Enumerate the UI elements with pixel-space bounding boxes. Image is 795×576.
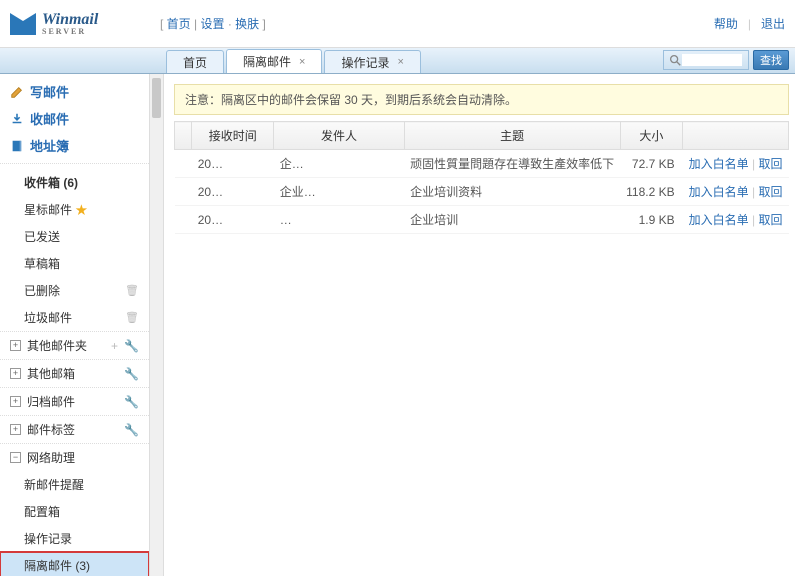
header: Winmail SERVER [ 首页 | 设置 · 换肤 ] 帮助 | 退出 (0, 0, 795, 48)
col-subject[interactable]: 主题 (404, 122, 620, 150)
sidebar-item-config[interactable]: 配置箱 (0, 498, 149, 525)
book-icon (10, 139, 24, 153)
close-icon[interactable]: × (299, 56, 305, 68)
cell-subject: 顽固性質量問題存在導致生產效率低下 (404, 150, 620, 178)
star-icon: ★ (75, 203, 87, 217)
sidebar-group-other-mailboxes[interactable]: + 其他邮箱 🔧 (0, 359, 149, 387)
breadcrumb: [ 首页 | 设置 · 换肤 ] (160, 15, 714, 32)
sidebar-item-deleted[interactable]: 已删除 🗑 (0, 277, 149, 304)
sidebar-item-junk[interactable]: 垃圾邮件 🗑 (0, 304, 149, 331)
sidebar-item-starred[interactable]: 星标邮件 ★ (0, 196, 149, 223)
table-row[interactable]: 20…企…顽固性質量問題存在導致生產效率低下72.7 KB加入白名单 | 取回 (175, 150, 789, 178)
search-icon (668, 53, 682, 67)
breadcrumb-settings[interactable]: 设置 (200, 17, 224, 31)
logout-link[interactable]: 退出 (761, 15, 785, 32)
tabbar: 首页 隔离邮件 × 操作记录 × 查找 (0, 48, 795, 74)
cell-sender: … (274, 206, 404, 234)
checkbox-header[interactable] (175, 122, 192, 150)
plus-icon[interactable]: + (10, 340, 21, 351)
table-header-row: 接收时间 发件人 主题 大小 (175, 122, 789, 150)
retrieve-link[interactable]: 取回 (758, 213, 782, 227)
retrieve-link[interactable]: 取回 (758, 185, 782, 199)
plus-icon[interactable]: + (10, 424, 21, 435)
col-sender[interactable]: 发件人 (274, 122, 404, 150)
sidebar-group-assistant[interactable]: − 网络助理 (0, 443, 149, 471)
receive-link[interactable]: 收邮件 (0, 105, 149, 132)
table-row[interactable]: 20……企业培训1.9 KB加入白名单 | 取回 (175, 206, 789, 234)
sidebar-item-inbox[interactable]: 收件箱 (6) (0, 169, 149, 196)
help-link[interactable]: 帮助 (714, 15, 738, 32)
retrieve-link[interactable]: 取回 (758, 157, 782, 171)
cell-time: 20… (192, 178, 274, 206)
trash-icon[interactable]: 🗑 (125, 311, 139, 324)
top-right: 帮助 | 退出 (714, 15, 785, 32)
breadcrumb-home[interactable]: 首页 (167, 17, 191, 31)
content: 注意：隔离区中的邮件会保留 30 天，到期后系统会自动清除。 接收时间 发件人 … (164, 74, 795, 576)
search-area: 查找 (663, 50, 789, 70)
cell-time: 20… (192, 206, 274, 234)
tab-oplog[interactable]: 操作记录 × (324, 50, 420, 73)
wrench-icon[interactable]: 🔧 (124, 367, 139, 381)
trash-icon[interactable]: 🗑 (125, 284, 139, 297)
tab-home[interactable]: 首页 (166, 50, 224, 73)
logo-icon (10, 13, 36, 35)
cell-subject: 企业培训资料 (404, 178, 620, 206)
contacts-link[interactable]: 地址簿 (0, 132, 149, 159)
col-time[interactable]: 接收时间 (192, 122, 274, 150)
tab-quarantine[interactable]: 隔离邮件 × (226, 49, 322, 73)
cell-actions: 加入白名单 | 取回 (683, 178, 789, 206)
wrench-icon[interactable]: 🔧 (124, 395, 139, 409)
sidebar-item-new-mail-alert[interactable]: 新邮件提醒 (0, 471, 149, 498)
sidebar-item-drafts[interactable]: 草稿箱 (0, 250, 149, 277)
breadcrumb-switch-skin[interactable]: 换肤 (235, 17, 259, 31)
cell-size: 72.7 KB (620, 150, 682, 178)
plus-icon[interactable]: + (10, 396, 21, 407)
compose-link[interactable]: 写邮件 (0, 78, 149, 105)
cell-sender: 企业… (274, 178, 404, 206)
scrollbar[interactable] (150, 74, 164, 576)
whitelist-link[interactable]: 加入白名单 (689, 185, 749, 199)
quarantine-table: 接收时间 发件人 主题 大小 20…企…顽固性質量問題存在導致生產效率低下72.… (174, 121, 789, 234)
sidebar-item-oplog[interactable]: 操作记录 (0, 525, 149, 552)
download-icon (10, 112, 24, 126)
search-input[interactable] (682, 54, 742, 66)
main: 写邮件 收邮件 地址簿 收件箱 (6) 星标邮件 ★ 已发送 草稿箱 已删除 🗑… (0, 74, 795, 576)
col-size[interactable]: 大小 (620, 122, 682, 150)
minus-icon[interactable]: − (10, 452, 21, 463)
search-box (663, 50, 749, 70)
sidebar-item-sent[interactable]: 已发送 (0, 223, 149, 250)
cell-size: 118.2 KB (620, 178, 682, 206)
logo-text: Winmail SERVER (42, 11, 98, 36)
plus-icon[interactable]: + (10, 368, 21, 379)
whitelist-link[interactable]: 加入白名单 (689, 213, 749, 227)
whitelist-link[interactable]: 加入白名单 (689, 157, 749, 171)
sidebar-group-tags[interactable]: + 邮件标签 🔧 (0, 415, 149, 443)
logo: Winmail SERVER (10, 11, 160, 36)
cell-actions: 加入白名单 | 取回 (683, 150, 789, 178)
table-row[interactable]: 20…企业…企业培训资料118.2 KB加入白名单 | 取回 (175, 178, 789, 206)
close-icon[interactable]: × (397, 56, 403, 68)
pencil-icon (10, 85, 24, 99)
cell-actions: 加入白名单 | 取回 (683, 206, 789, 234)
sidebar-item-quarantine[interactable]: 隔离邮件 (3) (0, 552, 149, 576)
cell-subject: 企业培训 (404, 206, 620, 234)
search-button[interactable]: 查找 (753, 50, 789, 70)
cell-size: 1.9 KB (620, 206, 682, 234)
wrench-icon[interactable]: 🔧 (124, 423, 139, 437)
plus-small-icon[interactable]: + (111, 339, 118, 353)
wrench-icon[interactable]: 🔧 (124, 339, 139, 353)
sidebar-group-other-folders[interactable]: + 其他邮件夹 +🔧 (0, 331, 149, 359)
notice-banner: 注意：隔离区中的邮件会保留 30 天，到期后系统会自动清除。 (174, 84, 789, 115)
sidebar-group-archive[interactable]: + 归档邮件 🔧 (0, 387, 149, 415)
sidebar: 写邮件 收邮件 地址簿 收件箱 (6) 星标邮件 ★ 已发送 草稿箱 已删除 🗑… (0, 74, 150, 576)
cell-time: 20… (192, 150, 274, 178)
cell-sender: 企… (274, 150, 404, 178)
